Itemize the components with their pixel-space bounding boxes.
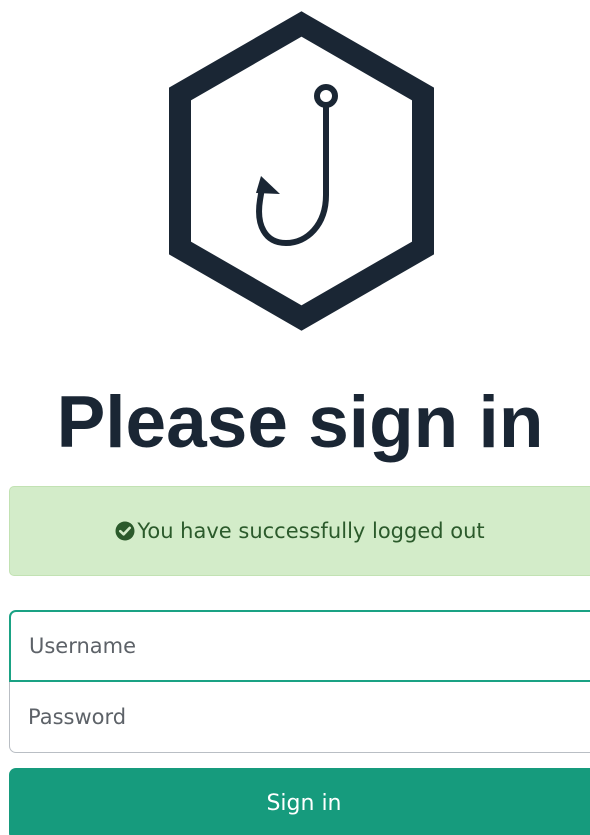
hook-logo-icon bbox=[169, 11, 434, 331]
sign-in-button[interactable]: Sign in bbox=[9, 768, 590, 835]
alert-message: You have successfully logged out bbox=[137, 519, 485, 543]
login-form bbox=[9, 610, 590, 753]
username-input[interactable] bbox=[9, 610, 590, 682]
logout-success-alert: You have successfully logged out bbox=[9, 486, 590, 576]
alert-content: You have successfully logged out bbox=[115, 519, 485, 543]
password-input[interactable] bbox=[9, 682, 590, 753]
page-title: Please sign in bbox=[56, 382, 544, 463]
login-page: Please sign in You have successfully log… bbox=[0, 0, 590, 835]
check-circle-icon bbox=[115, 521, 135, 541]
